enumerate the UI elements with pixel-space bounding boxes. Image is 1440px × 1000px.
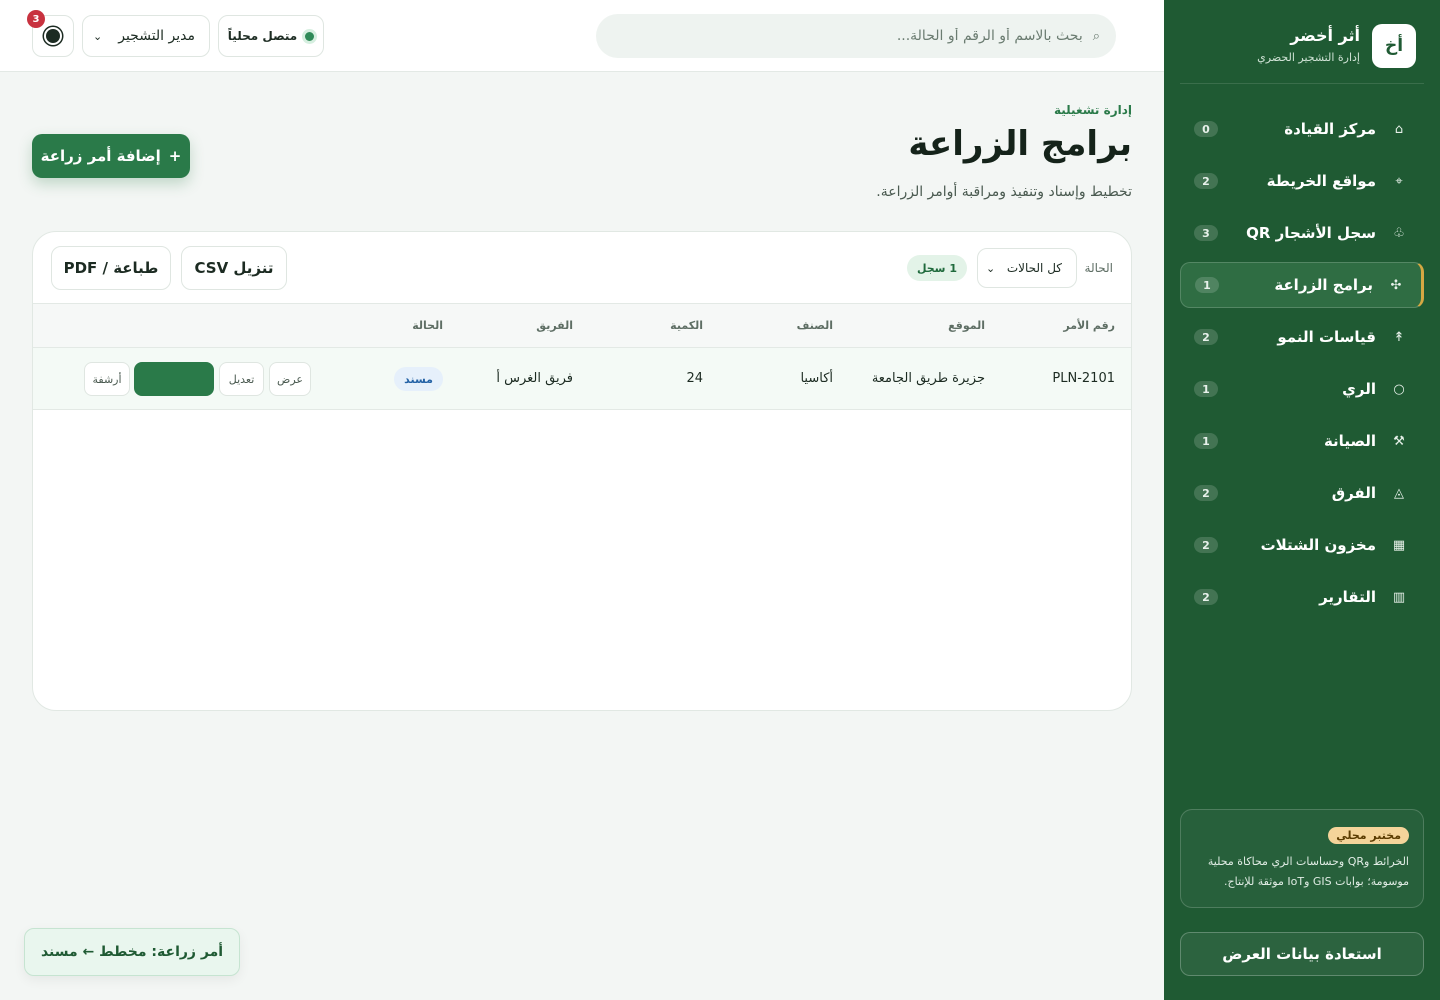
sidebar-item-count: 2: [1194, 589, 1218, 605]
notification-icon: [46, 29, 60, 43]
sidebar-item-label: سجل الأشجار QR: [1246, 224, 1376, 242]
local-lab-notice: مختبر محلي الخرائط وQR وحساسات الري محاك…: [1180, 809, 1424, 908]
cell-species: أكاسيا: [800, 371, 833, 386]
brand-logo: أخ: [1372, 24, 1416, 68]
sidebar-item-label: الفرق: [1331, 484, 1376, 502]
water-drop-icon: ○: [1393, 381, 1405, 397]
local-lab-tag: مختبر محلي: [1328, 827, 1409, 844]
reports-icon: ▥: [1392, 589, 1406, 605]
search-box[interactable]: ⌕: [596, 14, 1116, 58]
planting-orders-card: الحالة كل الحالات ⌄ 1 سجل تنزيل CSV طباع…: [32, 231, 1132, 711]
search-icon: ⌕: [1092, 28, 1100, 44]
sidebar-item-tree-registry[interactable]: ♧ سجل الأشجار QR 3: [1180, 210, 1424, 256]
map-pin-icon: ⌖: [1395, 173, 1403, 189]
edit-button[interactable]: تعديل: [219, 362, 264, 396]
sidebar-item-count: 2: [1194, 537, 1218, 553]
sidebar-item-count: 2: [1194, 485, 1218, 501]
brand-subtitle: إدارة التشجير الحضري: [1257, 51, 1360, 64]
online-dot-icon: [305, 31, 315, 41]
sidebar-nav: ⌂ مركز القيادة 0 ⌖ مواقع الخريطة 2 ♧ سجل…: [1180, 106, 1424, 626]
role-select[interactable]: مدير التشجير ⌄: [82, 15, 210, 57]
download-csv-button[interactable]: تنزيل CSV: [181, 246, 287, 290]
growth-icon: ↟: [1393, 329, 1405, 345]
sidebar-item-label: قياسات النمو: [1277, 328, 1376, 346]
tree-icon: ♧: [1393, 225, 1405, 241]
page-title: برامج الزراعة: [908, 124, 1132, 164]
table-header: رقم الأمر الموقع الصنف الكمية الفريق الح…: [33, 304, 1131, 348]
chevron-down-icon: ⌄: [93, 29, 103, 43]
print-pdf-button[interactable]: طباعة / PDF: [51, 246, 171, 290]
record-count-badge: 1 سجل: [906, 255, 967, 281]
page-subtitle: تخطيط وإسناد وتنفيذ ومراقبة أوامر الزراع…: [876, 184, 1132, 200]
sidebar-item-count: 1: [1194, 381, 1218, 397]
brand-name: أثر أخضر: [1290, 26, 1360, 45]
cell-quantity: 24: [686, 371, 703, 386]
planting-icon: ✣: [1390, 277, 1402, 293]
sidebar-item-count: 2: [1194, 173, 1218, 189]
connection-status-label: متصل محلياً: [227, 29, 298, 43]
sidebar-item-label: الصيانة: [1323, 432, 1376, 450]
table-row[interactable]: PLN-2101 جزيرة طريق الجامعة أكاسيا 24 فر…: [33, 348, 1131, 410]
column-header-team: الفريق: [536, 319, 573, 332]
sidebar-item-count: 2: [1194, 329, 1218, 345]
status-filter-value: كل الحالات: [1006, 261, 1062, 275]
sidebar-item-count: 1: [1194, 433, 1218, 449]
sidebar: أخ أثر أخضر إدارة التشجير الحضري ⌂ مركز …: [1164, 0, 1440, 1000]
sidebar-item-label: الري: [1342, 380, 1376, 398]
inventory-icon: ▦: [1392, 537, 1406, 553]
local-lab-text: الخرائط وQR وحساسات الري محاكاة محلية مو…: [1207, 855, 1409, 888]
sidebar-item-label: مواقع الخريطة: [1266, 172, 1376, 190]
sidebar-item-label: برامج الزراعة: [1274, 276, 1373, 294]
tools-icon: ⚒: [1393, 433, 1405, 449]
archive-button[interactable]: أرشفة: [84, 362, 130, 396]
column-header-order-id: رقم الأمر: [1063, 319, 1115, 332]
advance-status-button[interactable]: [134, 362, 214, 396]
sidebar-item-label: مخزون الشتلات: [1260, 536, 1376, 554]
sidebar-item-count: 0: [1194, 121, 1218, 137]
cell-order-id: PLN-2101: [1052, 371, 1115, 386]
column-header-location: الموقع: [948, 319, 985, 332]
restore-demo-data-button[interactable]: استعادة بيانات العرض: [1180, 932, 1424, 976]
add-planting-order-label: إضافة أمر زراعة: [40, 147, 161, 165]
status-badge: مسند: [394, 367, 443, 391]
sidebar-item-command-center[interactable]: ⌂ مركز القيادة 0: [1180, 106, 1424, 152]
sidebar-item-count: 1: [1195, 277, 1219, 293]
sidebar-item-growth-measurements[interactable]: ↟ قياسات النمو 2: [1180, 314, 1424, 360]
status-filter-label: الحالة: [1084, 261, 1113, 275]
cell-location: جزيرة طريق الجامعة: [871, 371, 985, 386]
home-icon: ⌂: [1394, 121, 1404, 137]
sidebar-item-irrigation[interactable]: ○ الري 1: [1180, 366, 1424, 412]
page-eyebrow: إدارة تشغيلية: [1053, 103, 1132, 117]
status-change-toast: أمر زراعة: مخطط ← مسند: [24, 928, 240, 976]
brand: أخ أثر أخضر إدارة التشجير الحضري: [1180, 0, 1424, 84]
cell-team: فريق الغرس أ: [496, 371, 573, 386]
sidebar-item-seedling-inventory[interactable]: ▦ مخزون الشتلات 2: [1180, 522, 1424, 568]
sidebar-item-count: 3: [1194, 225, 1218, 241]
notifications-button[interactable]: 3: [27, 10, 74, 57]
sidebar-item-label: التقارير: [1319, 588, 1376, 606]
view-button[interactable]: عرض: [269, 362, 311, 396]
column-header-species: الصنف: [796, 319, 833, 332]
notifications-count-badge: 3: [27, 10, 45, 28]
sidebar-item-map-sites[interactable]: ⌖ مواقع الخريطة 2: [1180, 158, 1424, 204]
topbar: ⌕ متصل محلياً مدير التشجير ⌄ 3: [0, 0, 1164, 72]
sidebar-item-reports[interactable]: ▥ التقارير 2: [1180, 574, 1424, 620]
connection-status: متصل محلياً: [218, 15, 324, 57]
role-select-value: مدير التشجير: [118, 28, 195, 44]
search-input[interactable]: [612, 28, 1083, 44]
sidebar-item-planting-programs[interactable]: ✣ برامج الزراعة 1: [1180, 262, 1424, 308]
status-filter-select[interactable]: كل الحالات ⌄: [977, 248, 1077, 288]
sidebar-item-teams[interactable]: ◬ الفرق 2: [1180, 470, 1424, 516]
column-header-status: الحالة: [412, 319, 443, 332]
sidebar-item-label: مركز القيادة: [1284, 120, 1376, 138]
team-icon: ◬: [1394, 485, 1404, 501]
plus-icon: +: [168, 147, 182, 165]
chevron-down-icon: ⌄: [986, 261, 996, 275]
add-planting-order-button[interactable]: + إضافة أمر زراعة: [32, 134, 190, 178]
sidebar-item-maintenance[interactable]: ⚒ الصيانة 1: [1180, 418, 1424, 464]
column-header-quantity: الكمية: [670, 319, 703, 332]
table-toolbar: الحالة كل الحالات ⌄ 1 سجل تنزيل CSV طباع…: [33, 232, 1131, 304]
